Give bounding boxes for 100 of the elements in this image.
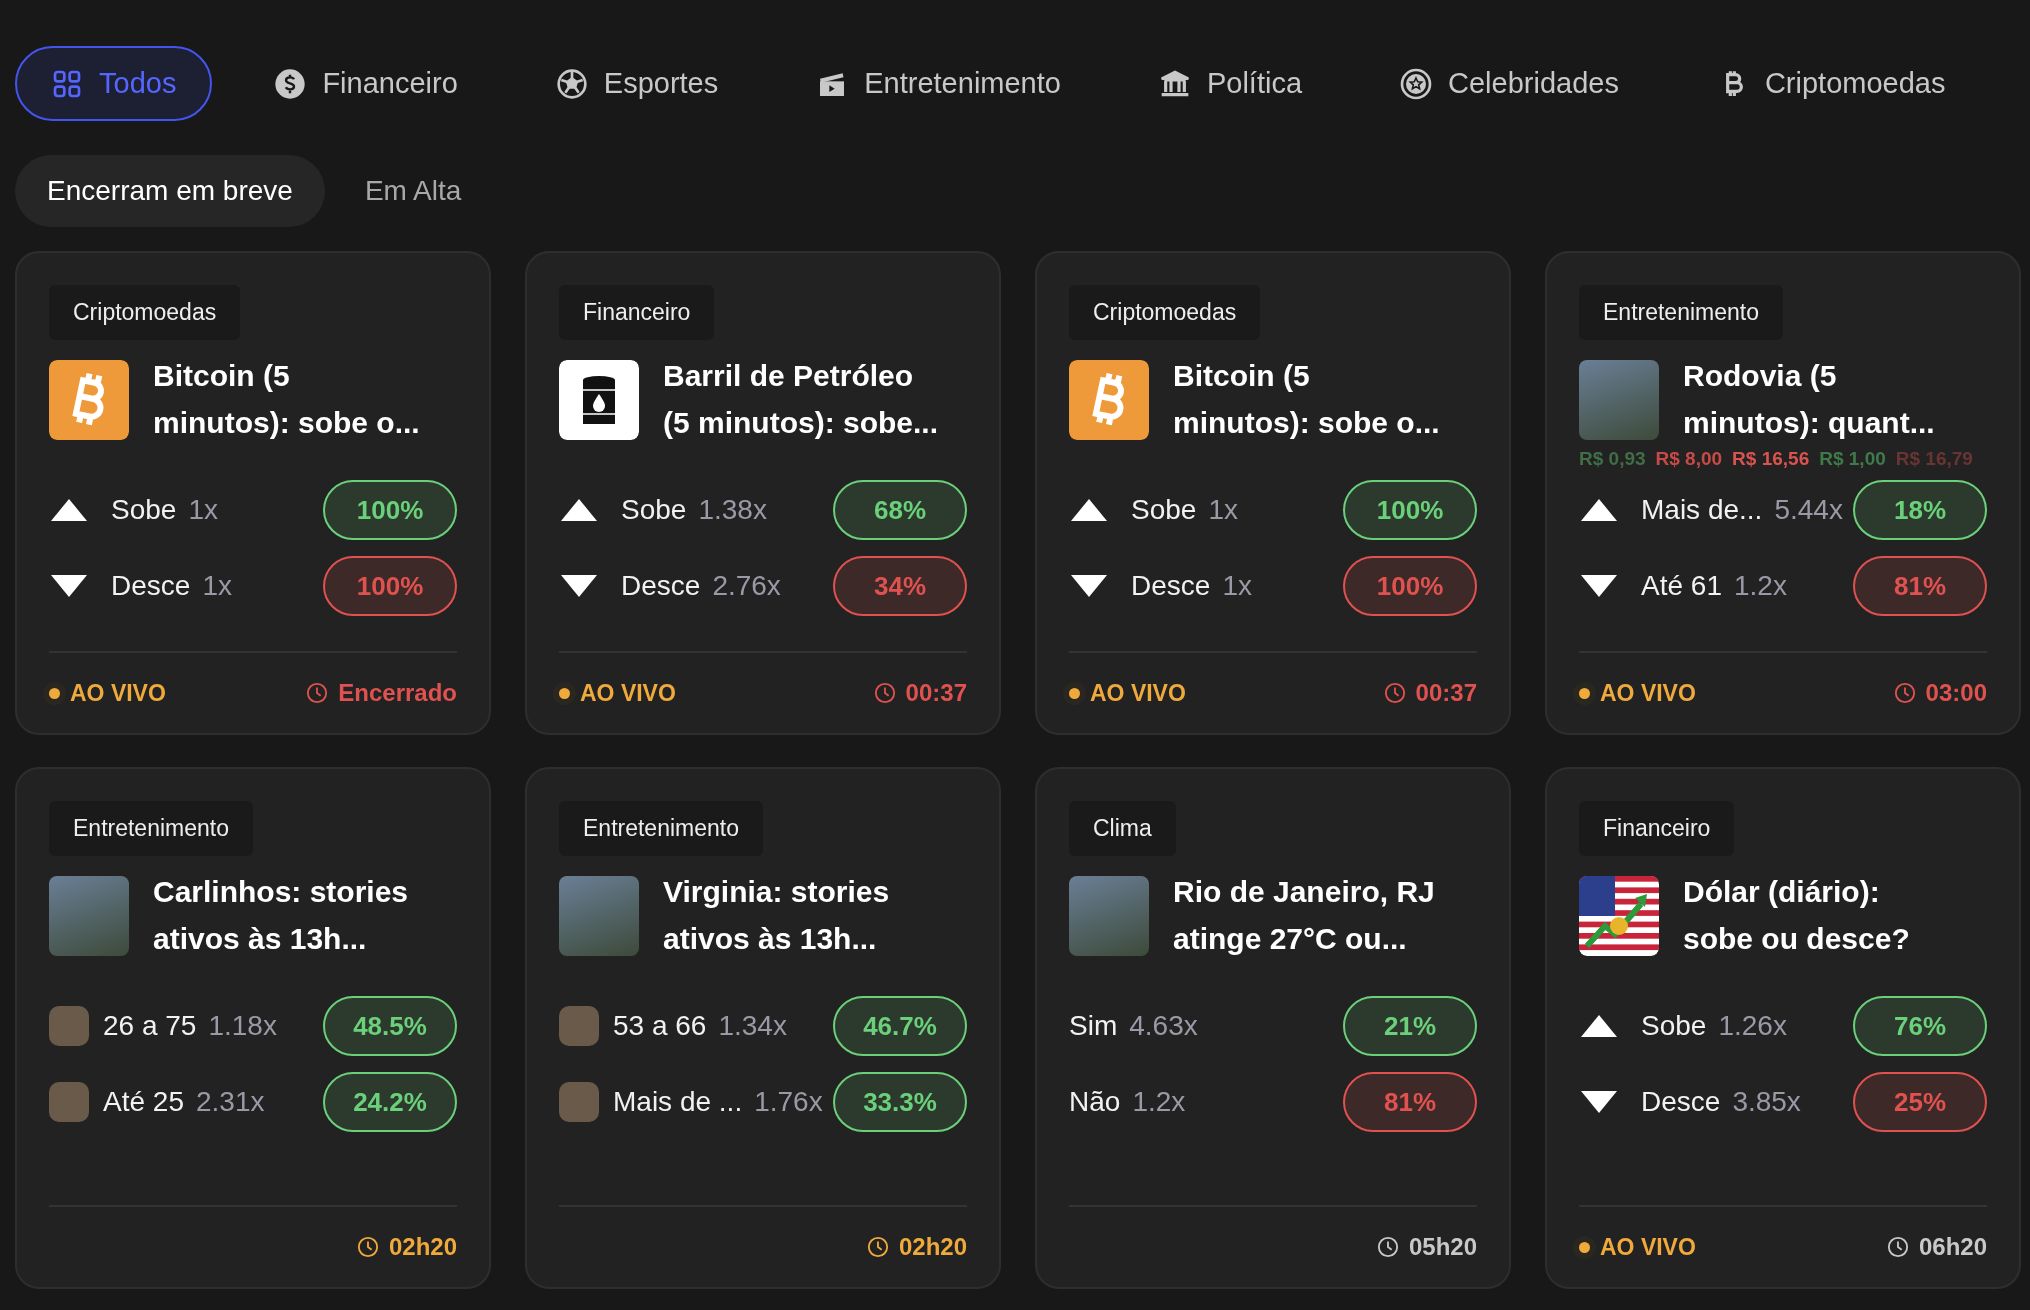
odds-multiplier: 1.2x [1733, 570, 1787, 602]
option-label: 53 a 66 [613, 1010, 707, 1042]
market-title: Rio de Janeiro, RJ atinge 27°C ou... [1173, 874, 1435, 957]
percent-button[interactable]: 24.2% [323, 1072, 457, 1132]
percent-button[interactable]: 81% [1343, 1072, 1477, 1132]
live-label: AO VIVO [1090, 679, 1186, 707]
odds-multiplier: 1.18x [208, 1010, 277, 1042]
percent-button[interactable]: 25% [1853, 1072, 1987, 1132]
market-title: Barril de Petróleo (5 minutos): sobe... [663, 358, 938, 441]
option-label: Sobe [111, 494, 177, 526]
category-tag: Financeiro [1579, 801, 1735, 856]
time-remaining: 00:37 [1415, 679, 1477, 707]
time-remaining: 03:00 [1925, 679, 1987, 707]
filter-tab[interactable]: Encerram em breve [15, 155, 325, 227]
floating-price: R$ 16,79 [1895, 448, 1973, 470]
percent-button[interactable]: 18% [1853, 480, 1987, 540]
time-remaining: 00:37 [905, 679, 967, 707]
up-triangle-icon [49, 497, 89, 523]
percent-button[interactable]: 48.5% [323, 996, 457, 1056]
floating-price: R$ 8,00 [1655, 448, 1723, 470]
avatar-placeholder [559, 1082, 599, 1122]
percent-button[interactable]: 100% [323, 556, 457, 616]
category-tag: Clima [1069, 801, 1176, 856]
clock-icon [1376, 1236, 1399, 1258]
percent-button[interactable]: 100% [1343, 556, 1477, 616]
percent-button[interactable]: 46.7% [833, 996, 967, 1056]
category-tag: Financeiro [559, 285, 715, 340]
odds-multiplier: 1.76x [754, 1086, 823, 1118]
clock-icon [1886, 1236, 1909, 1258]
up-triangle-icon [1069, 497, 1109, 523]
option-label: Até 25 [103, 1086, 184, 1118]
floating-price: R$ 1,00 [1819, 448, 1886, 470]
up-triangle-icon [1579, 1013, 1619, 1039]
odds-multiplier: 2.76x [712, 570, 781, 602]
filter-tab[interactable]: Em Alta [332, 155, 494, 227]
star-badge-icon [1400, 67, 1433, 100]
percent-button[interactable]: 34% [833, 556, 967, 616]
odds-multiplier: 1.38x [698, 494, 767, 526]
option-label: Sobe [621, 494, 687, 526]
percent-button[interactable]: 100% [323, 480, 457, 540]
category-tab[interactable]: Entretenimento [780, 46, 1097, 121]
percent-button[interactable]: 100% [1343, 480, 1477, 540]
live-label: AO VIVO [1600, 679, 1696, 707]
time-remaining: 06h20 [1918, 1233, 1987, 1261]
category-tag: Entretenimento [1579, 285, 1783, 340]
percent-button[interactable]: 76% [1853, 996, 1987, 1056]
category-tag: Criptomoedas [49, 285, 241, 340]
odds-multiplier: 1x [1208, 494, 1238, 526]
up-triangle-icon [1579, 497, 1619, 523]
time-remaining: 05h20 [1408, 1233, 1477, 1261]
odds-multiplier: 1x [1222, 570, 1252, 602]
odds-multiplier: 3.85x [1732, 1086, 1801, 1118]
option-label: Desce [1641, 1086, 1721, 1118]
down-triangle-icon [49, 573, 89, 599]
odds-multiplier: 4.63x [1129, 1010, 1198, 1042]
clock-icon [1383, 682, 1406, 704]
option-label: Desce [621, 570, 701, 602]
odds-multiplier: 1.2x [1132, 1086, 1186, 1118]
odds-multiplier: 1.26x [1718, 1010, 1787, 1042]
avatar-placeholder [49, 1082, 89, 1122]
live-label: AO VIVO [1600, 1233, 1696, 1261]
category-tag: Criptomoedas [1069, 285, 1261, 340]
category-tab[interactable]: Política [1122, 46, 1339, 121]
down-triangle-icon [1579, 573, 1619, 599]
percent-button[interactable]: 33.3% [833, 1072, 967, 1132]
option-label: Sobe [1641, 1010, 1707, 1042]
clock-icon [306, 682, 329, 704]
market-title: Virginia: stories ativos às 13h... [663, 874, 890, 957]
category-tag: Entretenimento [559, 801, 763, 856]
bitcoin-logo-icon [49, 360, 129, 440]
category-tab[interactable]: Celebridades [1364, 46, 1655, 121]
bitcoin-logo-icon [1069, 360, 1149, 440]
category-tab[interactable]: Todos [15, 46, 213, 121]
option-label: Sim [1069, 1010, 1118, 1042]
percent-button[interactable]: 81% [1853, 556, 1987, 616]
market-title: Rodovia (5 minutos): quant... [1683, 358, 1935, 441]
odds-multiplier: 1x [188, 494, 218, 526]
time-remaining: 02h20 [898, 1233, 967, 1261]
time-remaining: 02h20 [388, 1233, 457, 1261]
down-triangle-icon [1069, 573, 1109, 599]
avatar-placeholder [49, 1006, 89, 1046]
down-triangle-icon [1579, 1089, 1619, 1115]
option-label: Desce [1131, 570, 1211, 602]
avatar-placeholder [559, 1006, 599, 1046]
market-title: Carlinhos: stories ativos às 13h... [153, 874, 409, 957]
clock-icon [866, 1236, 889, 1258]
soccer-ball-icon [555, 67, 588, 100]
percent-button[interactable]: 68% [833, 480, 967, 540]
up-triangle-icon [559, 497, 599, 523]
percent-button[interactable]: 21% [1343, 996, 1477, 1056]
market-title: Bitcoin (5 minutos): sobe o... [153, 358, 420, 441]
clock-icon [873, 682, 896, 704]
category-tab[interactable]: Esportes [519, 46, 755, 121]
category-tab[interactable]: Financeiro [238, 46, 494, 121]
odds-multiplier: 1x [202, 570, 232, 602]
floating-price: R$ 16,56 [1732, 448, 1810, 470]
option-label: Desce [111, 570, 191, 602]
live-label: AO VIVO [580, 679, 676, 707]
oil-barrel-icon [559, 360, 639, 440]
category-tab[interactable]: Criptomoedas [1680, 46, 1982, 121]
